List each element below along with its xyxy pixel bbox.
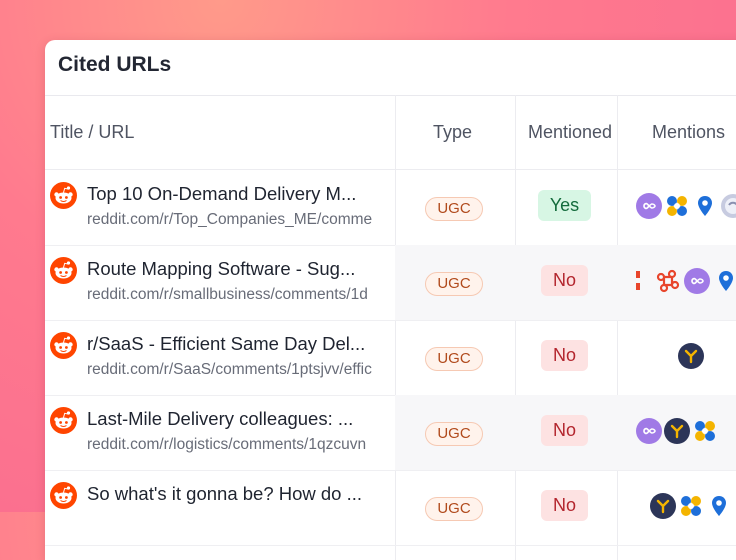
flower-icon[interactable] bbox=[678, 493, 704, 519]
row-url[interactable]: reddit.com/r/logistics/comments/1qzcuvn bbox=[87, 436, 395, 454]
table-row[interactable]: r/SaaS - Efficient Same Day Del... reddit… bbox=[45, 320, 736, 396]
command-icon[interactable] bbox=[655, 268, 681, 294]
column-header-title-url[interactable]: Title / URL bbox=[50, 95, 134, 169]
map-pin-icon[interactable] bbox=[706, 493, 732, 519]
reddit-icon bbox=[50, 482, 77, 509]
table-row[interactable]: Route Mapping Software - Sug... reddit.co… bbox=[45, 245, 736, 321]
row-title[interactable]: So what's it gonna be? How do ... bbox=[87, 483, 387, 505]
mentioned-badge: No bbox=[541, 490, 588, 521]
row-title[interactable]: r/SaaS - Efficient Same Day Del... bbox=[87, 333, 387, 355]
type-badge: UGC bbox=[425, 197, 483, 221]
row-url[interactable]: reddit.com/r/smallbusiness/comments/1d bbox=[87, 286, 395, 304]
row-title[interactable]: Last-Mile Delivery colleagues: ... bbox=[87, 408, 387, 430]
mention-icons bbox=[630, 493, 736, 521]
infinity-icon[interactable] bbox=[636, 418, 662, 444]
type-badge: UGC bbox=[425, 272, 483, 296]
mentioned-badge: No bbox=[541, 415, 588, 446]
mention-icons bbox=[630, 343, 736, 371]
route-icon[interactable] bbox=[678, 343, 704, 369]
globe-icon[interactable] bbox=[720, 193, 736, 219]
type-badge: UGC bbox=[425, 347, 483, 371]
table-row[interactable]: So what's it gonna be? How do ... UGC No bbox=[45, 470, 736, 546]
column-header-mentions[interactable]: Mentions bbox=[652, 95, 725, 169]
card-title: Cited URLs bbox=[45, 40, 736, 96]
reddit-icon bbox=[50, 407, 77, 434]
infinity-icon[interactable] bbox=[636, 193, 662, 219]
column-header-type[interactable]: Type bbox=[433, 95, 472, 169]
flower-icon[interactable] bbox=[692, 418, 718, 444]
infinity-icon[interactable] bbox=[684, 268, 710, 294]
mentioned-badge: No bbox=[541, 340, 588, 371]
type-badge: UGC bbox=[425, 497, 483, 521]
map-pin-icon[interactable] bbox=[692, 193, 718, 219]
flower-icon[interactable] bbox=[664, 193, 690, 219]
reddit-icon bbox=[50, 182, 77, 209]
reddit-icon bbox=[50, 332, 77, 359]
route-icon[interactable] bbox=[650, 493, 676, 519]
type-badge: UGC bbox=[425, 422, 483, 446]
column-header-mentioned[interactable]: Mentioned bbox=[528, 95, 612, 169]
slash-icon[interactable] bbox=[626, 268, 652, 294]
route-icon[interactable] bbox=[664, 418, 690, 444]
cited-urls-card: Cited URLs Title / URL Type Mentioned Me… bbox=[45, 40, 736, 560]
table-row[interactable]: Last-Mile Delivery colleagues: ... reddit… bbox=[45, 395, 736, 471]
table-header: Title / URL Type Mentioned Mentions bbox=[45, 95, 736, 170]
row-url[interactable]: reddit.com/r/SaaS/comments/1ptsjvv/effic bbox=[87, 361, 395, 379]
row-url[interactable]: reddit.com/r/Top_Companies_ME/comme bbox=[87, 211, 395, 229]
mention-icons: D bbox=[630, 268, 736, 296]
row-title[interactable]: Top 10 On-Demand Delivery M... bbox=[87, 183, 387, 205]
mentioned-badge: Yes bbox=[538, 190, 591, 221]
mention-icons bbox=[630, 418, 736, 446]
table-row[interactable]: Top 10 On-Demand Delivery M... reddit.com… bbox=[45, 170, 736, 246]
row-title[interactable]: Route Mapping Software - Sug... bbox=[87, 258, 387, 280]
mention-icons bbox=[630, 193, 736, 221]
reddit-icon bbox=[50, 257, 77, 284]
mentioned-badge: No bbox=[541, 265, 588, 296]
map-pin-icon[interactable] bbox=[713, 268, 736, 294]
